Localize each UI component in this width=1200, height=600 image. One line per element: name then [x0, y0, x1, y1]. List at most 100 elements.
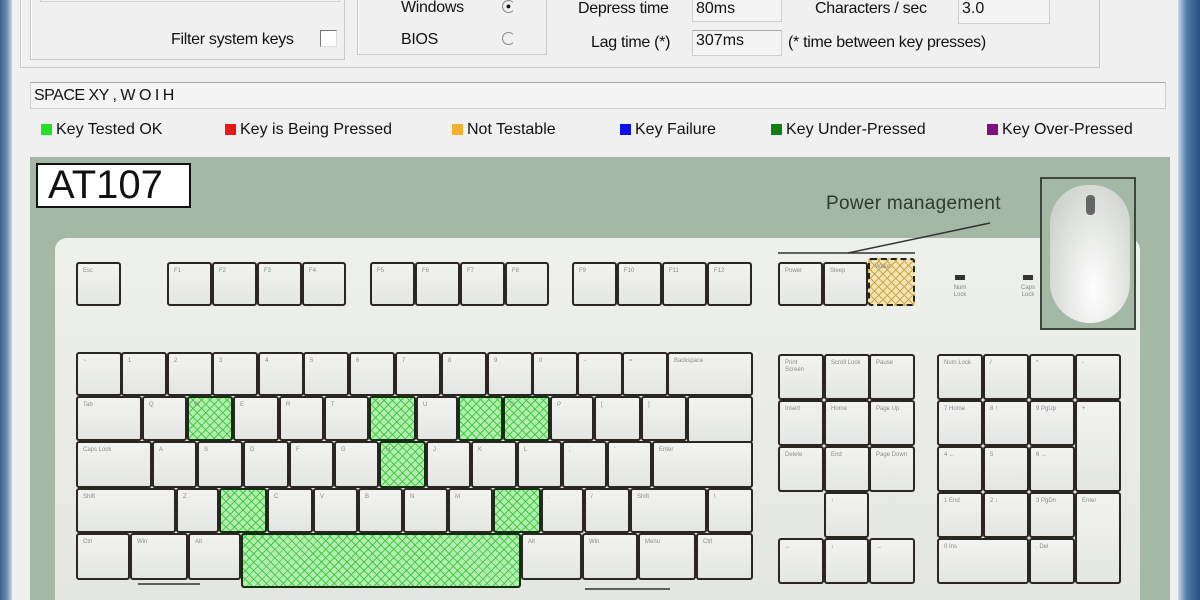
key-page-up[interactable]: Page Up: [869, 400, 915, 446]
key-p[interactable]: P: [550, 396, 594, 441]
key-blank[interactable]: [241, 533, 521, 588]
key--[interactable]: /: [983, 354, 1029, 400]
key-y[interactable]: Y: [369, 396, 416, 441]
key--[interactable]: -: [1075, 354, 1121, 400]
key-l[interactable]: L: [517, 441, 562, 488]
key-a[interactable]: A: [152, 441, 197, 488]
key-e[interactable]: E: [233, 396, 279, 441]
key-f2[interactable]: F2: [212, 262, 257, 306]
key-home[interactable]: Home: [824, 400, 870, 446]
key-num-lock[interactable]: Num Lock: [937, 354, 983, 400]
key-wake[interactable]: Wake: [868, 258, 915, 306]
key-z[interactable]: Z: [176, 488, 219, 533]
key-1-end[interactable]: 1 End: [937, 492, 983, 538]
key-f8[interactable]: F8: [505, 262, 549, 306]
key-print-screen[interactable]: Print Screen: [778, 354, 824, 400]
key-f5[interactable]: F5: [370, 262, 415, 306]
key-r[interactable]: R: [279, 396, 324, 441]
key--[interactable]: .: [541, 488, 584, 533]
filter-system-keys-checkbox[interactable]: [320, 30, 337, 47]
key-win[interactable]: Win: [130, 533, 188, 580]
key--[interactable]: \: [707, 488, 753, 533]
key-c[interactable]: C: [267, 488, 313, 533]
key--[interactable]: =: [622, 352, 668, 396]
key-7[interactable]: 7: [395, 352, 441, 396]
key-shift[interactable]: Shift: [630, 488, 707, 533]
key-enter[interactable]: Enter: [652, 441, 753, 488]
key-pause[interactable]: Pause: [869, 354, 915, 400]
key--[interactable]: /: [584, 488, 630, 533]
key-q[interactable]: Q: [142, 396, 187, 441]
key-scroll-lock[interactable]: Scroll Lock: [824, 354, 870, 400]
key-2-[interactable]: 2 ↓: [983, 492, 1029, 538]
key-ctrl[interactable]: Ctrl: [76, 533, 130, 580]
key-8[interactable]: 8: [441, 352, 487, 396]
key-insert[interactable]: Insert: [778, 400, 824, 446]
layout-dropdown[interactable]: [40, 0, 340, 2]
key-0[interactable]: 0: [532, 352, 578, 396]
key-f9[interactable]: F9: [572, 262, 617, 306]
key-s[interactable]: S: [197, 441, 243, 488]
key--[interactable]: ': [607, 441, 652, 488]
key-esc[interactable]: Esc: [76, 262, 121, 306]
key-f11[interactable]: F11: [662, 262, 707, 306]
key--[interactable]: ~: [76, 352, 122, 396]
key-f6[interactable]: F6: [415, 262, 460, 306]
key-u[interactable]: U: [416, 396, 458, 441]
key-tab[interactable]: Tab: [76, 396, 142, 441]
key-g[interactable]: G: [334, 441, 379, 488]
key-k[interactable]: K: [471, 441, 517, 488]
key-page-down[interactable]: Page Down: [869, 446, 915, 492]
key-caps-lock[interactable]: Caps Lock: [76, 441, 152, 488]
key--[interactable]: ←: [778, 538, 824, 584]
key-f3[interactable]: F3: [257, 262, 302, 306]
key-3-pgdn[interactable]: 3 PgDn: [1029, 492, 1075, 538]
key-end[interactable]: End: [824, 446, 870, 492]
key-enter[interactable]: Enter: [1075, 492, 1121, 584]
key-sleep[interactable]: Sleep: [823, 262, 868, 306]
key-t[interactable]: T: [324, 396, 369, 441]
key--[interactable]: *: [1029, 354, 1075, 400]
key-9-pgup[interactable]: 9 PgUp: [1029, 400, 1075, 446]
key-w[interactable]: W: [187, 396, 233, 441]
key--[interactable]: →: [869, 538, 915, 584]
key-menu[interactable]: Menu: [638, 533, 696, 580]
key-i[interactable]: I: [458, 396, 503, 441]
key-delete[interactable]: Delete: [778, 446, 824, 492]
key--del[interactable]: . Del: [1029, 538, 1075, 584]
key-8-[interactable]: 8 ↑: [983, 400, 1029, 446]
key--[interactable]: -: [577, 352, 623, 396]
key-9[interactable]: 9: [487, 352, 533, 396]
key-power[interactable]: Power: [778, 262, 823, 306]
key-1[interactable]: 1: [121, 352, 167, 396]
key-f10[interactable]: F10: [617, 262, 662, 306]
key-6-[interactable]: 6 →: [1029, 446, 1075, 492]
key-alt[interactable]: Alt: [521, 533, 582, 580]
key-x[interactable]: X: [219, 488, 267, 533]
key-j[interactable]: J: [426, 441, 471, 488]
key-2[interactable]: 2: [167, 352, 213, 396]
key-3[interactable]: 3: [212, 352, 258, 396]
key-n[interactable]: N: [403, 488, 448, 533]
key-7-home[interactable]: 7 Home: [937, 400, 983, 446]
key--[interactable]: [: [594, 396, 641, 441]
key-f7[interactable]: F7: [460, 262, 505, 306]
key-6[interactable]: 6: [349, 352, 395, 396]
key-5[interactable]: 5: [983, 446, 1029, 492]
key--[interactable]: ]: [641, 396, 687, 441]
key--[interactable]: ↓: [824, 538, 869, 584]
mode-bios-radio[interactable]: [502, 32, 515, 45]
key-4[interactable]: 4: [258, 352, 304, 396]
key-f4[interactable]: F4: [302, 262, 346, 306]
key-f[interactable]: F: [289, 441, 334, 488]
key-5[interactable]: 5: [303, 352, 349, 396]
key-v[interactable]: V: [313, 488, 358, 533]
key-blank[interactable]: [687, 396, 753, 443]
key-f12[interactable]: F12: [707, 262, 752, 306]
key-h[interactable]: H: [379, 441, 426, 488]
mode-windows-radio[interactable]: ●: [502, 0, 515, 13]
key--[interactable]: ;: [562, 441, 607, 488]
key-win[interactable]: Win: [582, 533, 638, 580]
key-o[interactable]: O: [503, 396, 550, 441]
key-f1[interactable]: F1: [167, 262, 212, 306]
